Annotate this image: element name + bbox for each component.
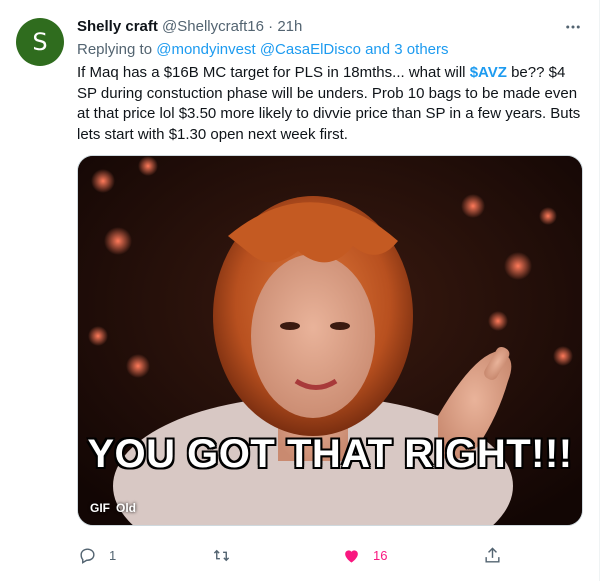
tweet-text: If Maq has a $16B MC target for PLS in 1…: [77, 63, 589, 145]
like-button[interactable]: 16: [342, 540, 387, 570]
tweet-container[interactable]: S Shelly craft @Shellycraft16 · 21h Repl…: [0, 0, 600, 581]
media-badges: GIF Old: [90, 501, 136, 515]
share-button[interactable]: [483, 540, 502, 570]
separator: ·: [268, 18, 274, 35]
reply-mention-1[interactable]: @mondyinvest: [156, 41, 255, 58]
gif-badge: GIF: [90, 501, 110, 515]
reply-count: 1: [109, 547, 117, 563]
tweet-actions: 1 16: [70, 540, 510, 570]
alt-badge[interactable]: Old: [116, 501, 136, 515]
more-options-button[interactable]: [560, 14, 586, 40]
handle[interactable]: @Shellycraft16: [162, 18, 264, 35]
heart-filled-icon: [345, 549, 358, 563]
reply-button[interactable]: 1: [78, 540, 116, 570]
share-icon: [485, 546, 500, 563]
cashtag-link[interactable]: $AVZ: [470, 64, 507, 81]
avatar-letter: S: [32, 28, 48, 56]
gif-caption: YOU GOT THAT RIGHT!!!: [87, 432, 573, 476]
retweet-button[interactable]: [212, 540, 231, 570]
reply-icon: [80, 547, 95, 564]
reply-others[interactable]: 3 others: [394, 41, 448, 58]
display-name[interactable]: Shelly craft: [77, 18, 158, 35]
replying-to-line: Replying to @mondyinvest @CasaElDisco an…: [77, 40, 449, 60]
reply-mention-2[interactable]: @CasaElDisco: [260, 41, 361, 58]
replying-prefix: Replying to: [77, 41, 153, 58]
tweet-text-part-1: If Maq has a $16B MC target for PLS in 1…: [77, 64, 466, 81]
timestamp[interactable]: 21h: [277, 18, 302, 35]
gif-media[interactable]: YOU GOT THAT RIGHT!!! GIF Old: [77, 155, 583, 526]
avatar[interactable]: S: [16, 18, 64, 66]
retweet-icon: [213, 549, 230, 561]
like-count: 16: [373, 547, 388, 563]
reply-and[interactable]: and: [365, 41, 390, 58]
tweet-header: Shelly craft @Shellycraft16 · 21h: [77, 17, 302, 37]
more-horizontal-icon: [566, 25, 580, 29]
